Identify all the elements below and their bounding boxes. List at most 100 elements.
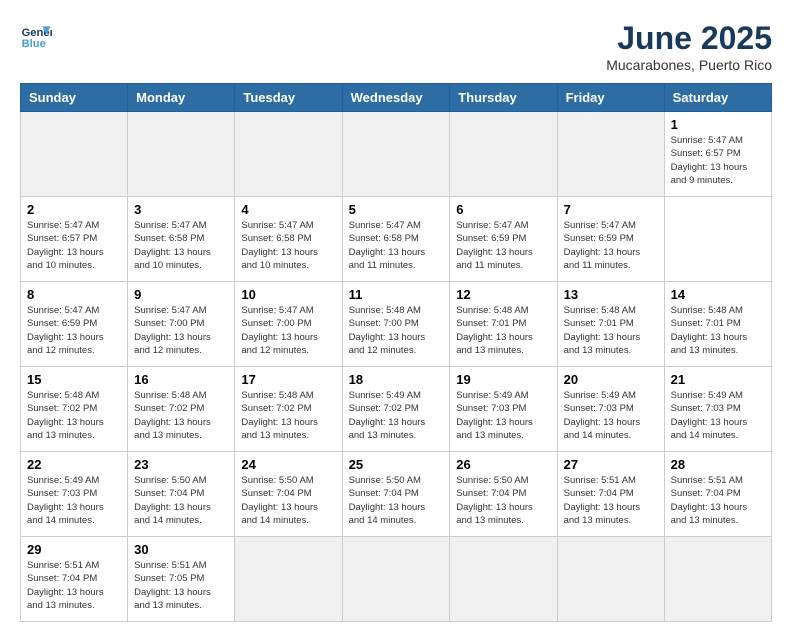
day-number: 22 [27,457,121,472]
day-info: Sunrise: 5:48 AMSunset: 7:01 PMDaylight:… [564,304,658,357]
day-number: 1 [671,117,765,132]
day-number: 25 [349,457,444,472]
table-row: 13 Sunrise: 5:48 AMSunset: 7:01 PMDayligh… [557,282,664,367]
day-number: 26 [456,457,550,472]
calendar-subtitle: Mucarabones, Puerto Rico [606,57,772,73]
day-number: 10 [241,287,335,302]
table-row: 5Sunrise: 5:47 AMSunset: 6:58 PMDaylight… [342,197,450,282]
day-number: 3 [134,202,228,217]
day-number: 17 [241,372,335,387]
day-info: Sunrise: 5:49 AMSunset: 7:03 PMDaylight:… [671,389,765,442]
day-number: 24 [241,457,335,472]
table-row: 15 Sunrise: 5:48 AMSunset: 7:02 PMDayligh… [21,367,128,452]
day-info: Sunrise: 5:48 AMSunset: 7:00 PMDaylight:… [349,304,444,357]
page-header: General Blue June 2025 Mucarabones, Puer… [20,20,772,73]
day-info: Sunrise: 5:51 AMSunset: 7:05 PMDaylight:… [134,559,228,612]
table-row: 27 Sunrise: 5:51 AMSunset: 7:04 PMDayligh… [557,452,664,537]
day-number: 28 [671,457,765,472]
table-row: 20 Sunrise: 5:49 AMSunset: 7:03 PMDayligh… [557,367,664,452]
day-info: Sunrise: 5:48 AMSunset: 7:01 PMDaylight:… [671,304,765,357]
col-tuesday: Tuesday [235,84,342,112]
day-number: 9 [134,287,228,302]
table-row: 14 Sunrise: 5:48 AMSunset: 7:01 PMDayligh… [664,282,771,367]
table-row: 12 Sunrise: 5:48 AMSunset: 7:01 PMDayligh… [450,282,557,367]
day-number: 21 [671,372,765,387]
day-number: 30 [134,542,228,557]
day-info: Sunrise: 5:48 AMSunset: 7:02 PMDaylight:… [134,389,228,442]
calendar-table: Sunday Monday Tuesday Wednesday Thursday… [20,83,772,622]
day-number: 11 [349,287,444,302]
table-row: 11 Sunrise: 5:48 AMSunset: 7:00 PMDayligh… [342,282,450,367]
table-row: 9 Sunrise: 5:47 AMSunset: 7:00 PMDaylight… [128,282,235,367]
day-info: Sunrise: 5:47 AMSunset: 6:58 PMDaylight:… [241,219,335,272]
title-area: June 2025 Mucarabones, Puerto Rico [606,20,772,73]
table-row [450,112,557,197]
day-info: Sunrise: 5:51 AMSunset: 7:04 PMDaylight:… [564,474,658,527]
table-row: 16 Sunrise: 5:48 AMSunset: 7:02 PMDayligh… [128,367,235,452]
day-number: 12 [456,287,550,302]
table-row [235,112,342,197]
day-info: Sunrise: 5:47 AMSunset: 6:59 PMDaylight:… [27,304,121,357]
day-number: 18 [349,372,444,387]
day-info: Sunrise: 5:47 AMSunset: 7:00 PMDaylight:… [241,304,335,357]
day-number: 15 [27,372,121,387]
logo: General Blue [20,20,52,52]
table-row: 24 Sunrise: 5:50 AMSunset: 7:04 PMDayligh… [235,452,342,537]
svg-text:Blue: Blue [22,38,46,50]
table-row [450,537,557,622]
table-row: 25Sunrise: 5:50 AMSunset: 7:04 PMDayligh… [342,452,450,537]
day-number: 13 [564,287,658,302]
table-row: 10 Sunrise: 5:47 AMSunset: 7:00 PMDayligh… [235,282,342,367]
day-info: Sunrise: 5:48 AMSunset: 7:02 PMDaylight:… [27,389,121,442]
table-row [342,537,450,622]
calendar-title: June 2025 [606,20,772,57]
table-row: 23 Sunrise: 5:50 AMSunset: 7:04 PMDayligh… [128,452,235,537]
table-row: 2Sunrise: 5:47 AMSunset: 6:57 PMDaylight… [21,197,128,282]
table-row: 17Sunrise: 5:48 AMSunset: 7:02 PMDayligh… [235,367,342,452]
table-row: 8Sunrise: 5:47 AMSunset: 6:59 PMDaylight… [21,282,128,367]
day-number: 27 [564,457,658,472]
day-number: 16 [134,372,228,387]
table-row [128,112,235,197]
table-row: 18Sunrise: 5:49 AMSunset: 7:02 PMDayligh… [342,367,450,452]
day-info: Sunrise: 5:51 AMSunset: 7:04 PMDaylight:… [27,559,121,612]
col-friday: Friday [557,84,664,112]
table-row: 19 Sunrise: 5:49 AMSunset: 7:03 PMDayligh… [450,367,557,452]
table-row: 7Sunrise: 5:47 AMSunset: 6:59 PMDaylight… [557,197,664,282]
table-row: 3Sunrise: 5:47 AMSunset: 6:58 PMDaylight… [128,197,235,282]
day-number: 29 [27,542,121,557]
day-info: Sunrise: 5:50 AMSunset: 7:04 PMDaylight:… [134,474,228,527]
day-info: Sunrise: 5:50 AMSunset: 7:04 PMDaylight:… [456,474,550,527]
table-row [342,112,450,197]
table-row: 21 Sunrise: 5:49 AMSunset: 7:03 PMDayligh… [664,367,771,452]
day-info: Sunrise: 5:49 AMSunset: 7:03 PMDaylight:… [456,389,550,442]
day-number: 20 [564,372,658,387]
table-row [664,537,771,622]
day-info: Sunrise: 5:47 AMSunset: 6:59 PMDaylight:… [564,219,658,272]
col-monday: Monday [128,84,235,112]
day-number: 23 [134,457,228,472]
day-number: 14 [671,287,765,302]
col-sunday: Sunday [21,84,128,112]
table-row: 4 Sunrise: 5:47 AMSunset: 6:58 PMDaylight… [235,197,342,282]
table-row [557,537,664,622]
day-info: Sunrise: 5:47 AMSunset: 7:00 PMDaylight:… [134,304,228,357]
day-number: 6 [456,202,550,217]
logo-icon: General Blue [20,20,52,52]
day-info: Sunrise: 5:49 AMSunset: 7:03 PMDaylight:… [564,389,658,442]
header-row: Sunday Monday Tuesday Wednesday Thursday… [21,84,772,112]
table-row: 22 Sunrise: 5:49 AMSunset: 7:03 PMDayligh… [21,452,128,537]
day-info: Sunrise: 5:51 AMSunset: 7:04 PMDaylight:… [671,474,765,527]
table-row: 26 Sunrise: 5:50 AMSunset: 7:04 PMDayligh… [450,452,557,537]
table-row: 30 Sunrise: 5:51 AMSunset: 7:05 PMDayligh… [128,537,235,622]
day-info: Sunrise: 5:47 AMSunset: 6:57 PMDaylight:… [27,219,121,272]
day-number: 4 [241,202,335,217]
day-info: Sunrise: 5:48 AMSunset: 7:01 PMDaylight:… [456,304,550,357]
day-info: Sunrise: 5:47 AMSunset: 6:57 PMDaylight:… [671,134,765,187]
day-number: 19 [456,372,550,387]
day-info: Sunrise: 5:49 AMSunset: 7:03 PMDaylight:… [27,474,121,527]
day-info: Sunrise: 5:50 AMSunset: 7:04 PMDaylight:… [241,474,335,527]
table-row: 6Sunrise: 5:47 AMSunset: 6:59 PMDaylight… [450,197,557,282]
col-saturday: Saturday [664,84,771,112]
table-row: 29 Sunrise: 5:51 AMSunset: 7:04 PMDayligh… [21,537,128,622]
